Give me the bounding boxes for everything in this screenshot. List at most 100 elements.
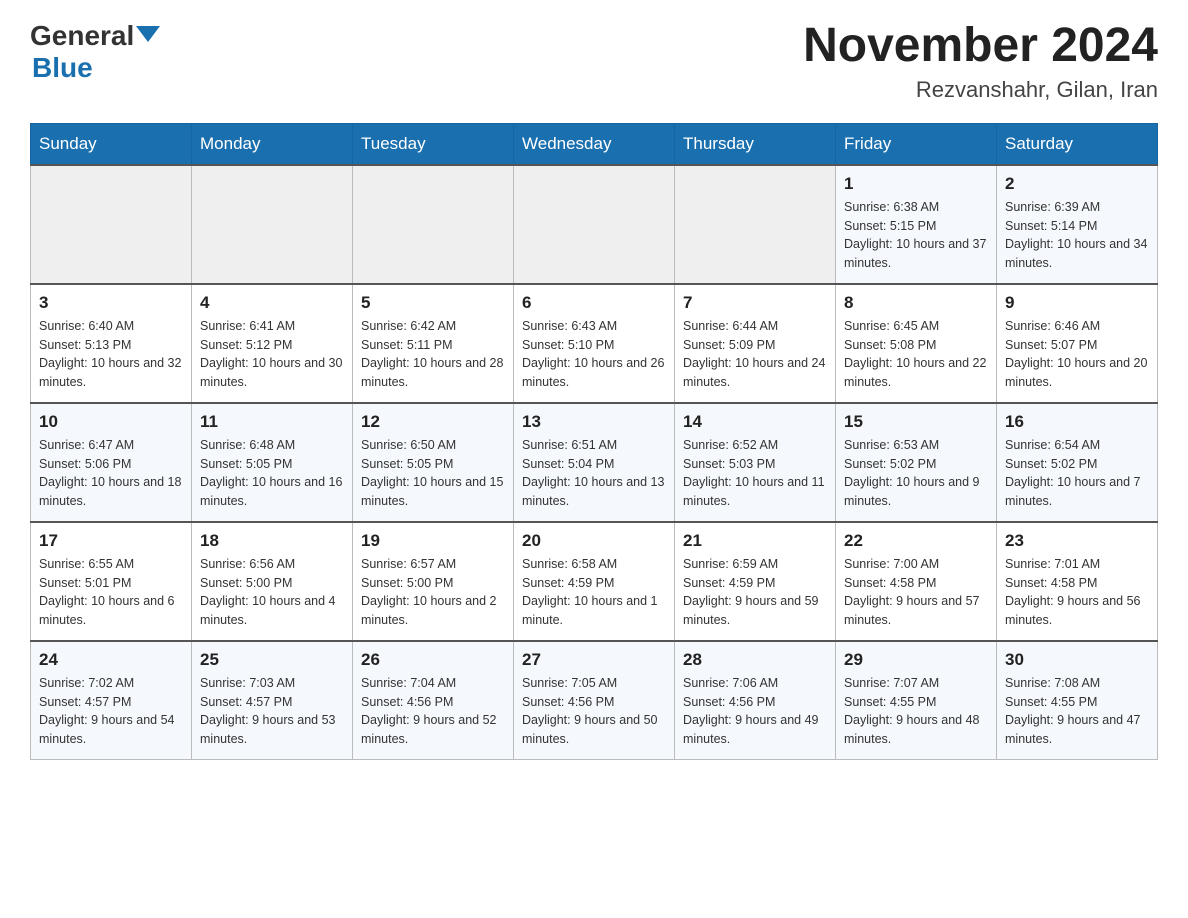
calendar-day-cell: 19Sunrise: 6:57 AMSunset: 5:00 PMDayligh… [353,522,514,641]
day-info: Sunrise: 6:56 AMSunset: 5:00 PMDaylight:… [200,555,344,630]
calendar-day-cell: 21Sunrise: 6:59 AMSunset: 4:59 PMDayligh… [675,522,836,641]
calendar-body: 1 Sunrise: 6:38 AMSunset: 5:15 PMDaylight… [31,165,1158,760]
calendar-day-cell: 11Sunrise: 6:48 AMSunset: 5:05 PMDayligh… [192,403,353,522]
day-number: 8 [844,293,988,313]
calendar-day-cell: 16Sunrise: 6:54 AMSunset: 5:02 PMDayligh… [997,403,1158,522]
calendar-day-cell: 9Sunrise: 6:46 AMSunset: 5:07 PMDaylight… [997,284,1158,403]
calendar-day-cell: 25 Sunrise: 7:03 AMSunset: 4:57 PMDayligh… [192,641,353,760]
day-number: 29 [844,650,988,670]
calendar-subtitle: Rezvanshahr, Gilan, Iran [803,77,1158,103]
day-number: 25 [200,650,344,670]
calendar-day-cell: 29 Sunrise: 7:07 AMSunset: 4:55 PMDayligh… [836,641,997,760]
logo: General Blue [30,20,160,84]
calendar-day-cell [675,165,836,284]
calendar-day-cell [192,165,353,284]
calendar-day-cell: 18 Sunrise: 6:56 AMSunset: 5:00 PMDayligh… [192,522,353,641]
day-number: 7 [683,293,827,313]
calendar-day-cell: 23Sunrise: 7:01 AMSunset: 4:58 PMDayligh… [997,522,1158,641]
calendar-day-cell: 24 Sunrise: 7:02 AMSunset: 4:57 PMDayligh… [31,641,192,760]
day-info: Sunrise: 6:41 AMSunset: 5:12 PMDaylight:… [200,317,344,392]
day-info: Sunrise: 6:58 AMSunset: 4:59 PMDaylight:… [522,555,666,630]
day-info: Sunrise: 7:03 AMSunset: 4:57 PMDaylight:… [200,674,344,749]
calendar-day-cell: 2 Sunrise: 6:39 AMSunset: 5:14 PMDaylight… [997,165,1158,284]
day-info: Sunrise: 6:38 AMSunset: 5:15 PMDaylight:… [844,198,988,273]
weekday-row: SundayMondayTuesdayWednesdayThursdayFrid… [31,123,1158,165]
title-block: November 2024 Rezvanshahr, Gilan, Iran [803,20,1158,103]
calendar-day-cell: 14 Sunrise: 6:52 AMSunset: 5:03 PMDayligh… [675,403,836,522]
day-number: 15 [844,412,988,432]
day-number: 22 [844,531,988,551]
calendar-day-cell: 26 Sunrise: 7:04 AMSunset: 4:56 PMDayligh… [353,641,514,760]
calendar-day-cell [514,165,675,284]
day-info: Sunrise: 7:00 AMSunset: 4:58 PMDaylight:… [844,555,988,630]
calendar-day-cell: 10 Sunrise: 6:47 AMSunset: 5:06 PMDayligh… [31,403,192,522]
day-number: 14 [683,412,827,432]
day-info: Sunrise: 6:44 AMSunset: 5:09 PMDaylight:… [683,317,827,392]
day-info: Sunrise: 7:08 AMSunset: 4:55 PMDaylight:… [1005,674,1149,749]
day-info: Sunrise: 6:51 AMSunset: 5:04 PMDaylight:… [522,436,666,511]
day-info: Sunrise: 6:46 AMSunset: 5:07 PMDaylight:… [1005,317,1149,392]
weekday-header: Wednesday [514,123,675,165]
day-info: Sunrise: 6:57 AMSunset: 5:00 PMDaylight:… [361,555,505,630]
calendar-week-row: 24 Sunrise: 7:02 AMSunset: 4:57 PMDayligh… [31,641,1158,760]
weekday-header: Saturday [997,123,1158,165]
calendar-table: SundayMondayTuesdayWednesdayThursdayFrid… [30,123,1158,760]
day-info: Sunrise: 6:55 AMSunset: 5:01 PMDaylight:… [39,555,183,630]
day-number: 18 [200,531,344,551]
day-number: 1 [844,174,988,194]
day-number: 3 [39,293,183,313]
calendar-week-row: 1 Sunrise: 6:38 AMSunset: 5:15 PMDaylight… [31,165,1158,284]
day-info: Sunrise: 6:40 AMSunset: 5:13 PMDaylight:… [39,317,183,392]
day-info: Sunrise: 6:52 AMSunset: 5:03 PMDaylight:… [683,436,827,511]
weekday-header: Thursday [675,123,836,165]
day-number: 27 [522,650,666,670]
calendar-day-cell: 20 Sunrise: 6:58 AMSunset: 4:59 PMDayligh… [514,522,675,641]
calendar-day-cell: 27 Sunrise: 7:05 AMSunset: 4:56 PMDayligh… [514,641,675,760]
day-number: 26 [361,650,505,670]
logo-triangle-icon [136,26,160,42]
day-number: 6 [522,293,666,313]
day-info: Sunrise: 7:04 AMSunset: 4:56 PMDaylight:… [361,674,505,749]
calendar-day-cell: 5 Sunrise: 6:42 AMSunset: 5:11 PMDaylight… [353,284,514,403]
day-number: 28 [683,650,827,670]
day-number: 16 [1005,412,1149,432]
day-info: Sunrise: 7:02 AMSunset: 4:57 PMDaylight:… [39,674,183,749]
calendar-day-cell: 22 Sunrise: 7:00 AMSunset: 4:58 PMDayligh… [836,522,997,641]
day-number: 10 [39,412,183,432]
page-header: General Blue November 2024 Rezvanshahr, … [30,20,1158,103]
calendar-day-cell: 8 Sunrise: 6:45 AMSunset: 5:08 PMDaylight… [836,284,997,403]
weekday-header: Tuesday [353,123,514,165]
day-info: Sunrise: 6:53 AMSunset: 5:02 PMDaylight:… [844,436,988,511]
day-number: 20 [522,531,666,551]
day-info: Sunrise: 6:43 AMSunset: 5:10 PMDaylight:… [522,317,666,392]
day-number: 12 [361,412,505,432]
day-info: Sunrise: 6:47 AMSunset: 5:06 PMDaylight:… [39,436,183,511]
day-number: 2 [1005,174,1149,194]
day-info: Sunrise: 6:42 AMSunset: 5:11 PMDaylight:… [361,317,505,392]
calendar-day-cell [353,165,514,284]
day-info: Sunrise: 7:06 AMSunset: 4:56 PMDaylight:… [683,674,827,749]
logo-general-text: General [30,20,134,52]
calendar-title: November 2024 [803,20,1158,73]
weekday-header: Friday [836,123,997,165]
calendar-day-cell: 4 Sunrise: 6:41 AMSunset: 5:12 PMDaylight… [192,284,353,403]
calendar-day-cell: 1 Sunrise: 6:38 AMSunset: 5:15 PMDaylight… [836,165,997,284]
day-info: Sunrise: 6:45 AMSunset: 5:08 PMDaylight:… [844,317,988,392]
day-info: Sunrise: 6:39 AMSunset: 5:14 PMDaylight:… [1005,198,1149,273]
calendar-week-row: 17Sunrise: 6:55 AMSunset: 5:01 PMDayligh… [31,522,1158,641]
calendar-week-row: 3 Sunrise: 6:40 AMSunset: 5:13 PMDaylight… [31,284,1158,403]
day-info: Sunrise: 6:59 AMSunset: 4:59 PMDaylight:… [683,555,827,630]
day-number: 5 [361,293,505,313]
calendar-day-cell: 3 Sunrise: 6:40 AMSunset: 5:13 PMDaylight… [31,284,192,403]
calendar-week-row: 10 Sunrise: 6:47 AMSunset: 5:06 PMDayligh… [31,403,1158,522]
day-info: Sunrise: 7:01 AMSunset: 4:58 PMDaylight:… [1005,555,1149,630]
day-info: Sunrise: 7:05 AMSunset: 4:56 PMDaylight:… [522,674,666,749]
calendar-day-cell: 30Sunrise: 7:08 AMSunset: 4:55 PMDayligh… [997,641,1158,760]
day-number: 4 [200,293,344,313]
weekday-header: Sunday [31,123,192,165]
day-number: 24 [39,650,183,670]
calendar-day-cell: 12Sunrise: 6:50 AMSunset: 5:05 PMDayligh… [353,403,514,522]
day-number: 13 [522,412,666,432]
day-info: Sunrise: 7:07 AMSunset: 4:55 PMDaylight:… [844,674,988,749]
weekday-header: Monday [192,123,353,165]
